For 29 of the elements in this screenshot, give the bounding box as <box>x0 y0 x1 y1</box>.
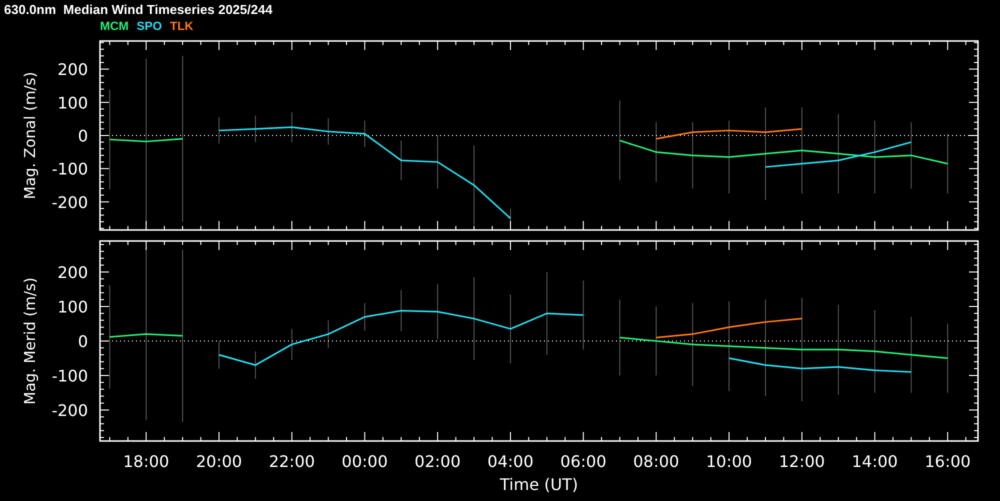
y-tick-label: 0 <box>78 332 88 351</box>
x-tick-label: 02:00 <box>414 452 461 471</box>
y-tick-label: 100 <box>57 93 88 112</box>
y-axis-label: Mag. Zonal (m/s) <box>21 72 39 200</box>
y-tick-label: 100 <box>57 298 88 317</box>
x-tick-label: 08:00 <box>633 452 680 471</box>
x-axis-label: Time (UT) <box>500 475 578 494</box>
y-tick-label: 200 <box>57 263 88 282</box>
y-axis-label: Mag. Merid (m/s) <box>21 277 39 405</box>
y-tick-label: 200 <box>57 60 88 80</box>
x-tick-label: 04:00 <box>487 452 534 471</box>
legend-label: MCM <box>100 19 129 35</box>
x-tick-label: 00:00 <box>342 452 388 471</box>
legend-label: TLK <box>170 19 194 35</box>
y-tick-label: -100 <box>52 160 88 179</box>
x-tick-label: 22:00 <box>268 452 315 471</box>
y-tick-label: -200 <box>52 400 88 420</box>
x-tick-label: 20:00 <box>196 452 242 471</box>
x-tick-label: 10:00 <box>706 452 752 471</box>
x-tick-label: 12:00 <box>778 452 825 471</box>
y-tick-label: -200 <box>52 192 88 212</box>
y-tick-label: 0 <box>78 126 88 146</box>
plot-title: 630.0nm Median Wind Timeseries 2025/244 <box>3 1 272 18</box>
y-tick-label: -100 <box>52 366 88 386</box>
x-tick-label: 14:00 <box>852 452 898 471</box>
legend-label: SPO <box>136 19 162 35</box>
x-tick-label: 18:00 <box>123 452 170 471</box>
x-tick-label: 06:00 <box>560 452 606 471</box>
x-tick-label: 16:00 <box>924 452 971 471</box>
